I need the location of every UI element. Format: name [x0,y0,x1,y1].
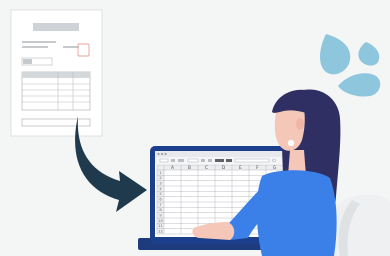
illustration-scene: A B C D E F G 1 2 3 4 5 6 7 8 9 10 11 12 [0,0,390,256]
illustration-canvas: A B C D E F G123456789101112 [10,9,390,256]
row-header[interactable]: 3 [159,182,161,186]
row-header[interactable]: 5 [159,192,161,196]
window-control-icon [160,152,164,156]
row-header[interactable]: 7 [159,203,161,207]
water-drops-decoration [320,34,381,97]
paper-form-document [10,9,103,137]
form-table [21,71,91,111]
row-header[interactable]: 1 [159,171,161,175]
earring [287,139,295,147]
row-header[interactable]: 10 [158,219,163,223]
row-header[interactable]: 12 [158,230,163,234]
shirt [256,170,337,256]
row-header[interactable]: 2 [159,176,161,180]
row-header[interactable]: 11 [158,224,163,228]
spreadsheet-toolbar [155,157,285,164]
window-control-icon [164,152,167,156]
window-control-icon [157,152,160,156]
